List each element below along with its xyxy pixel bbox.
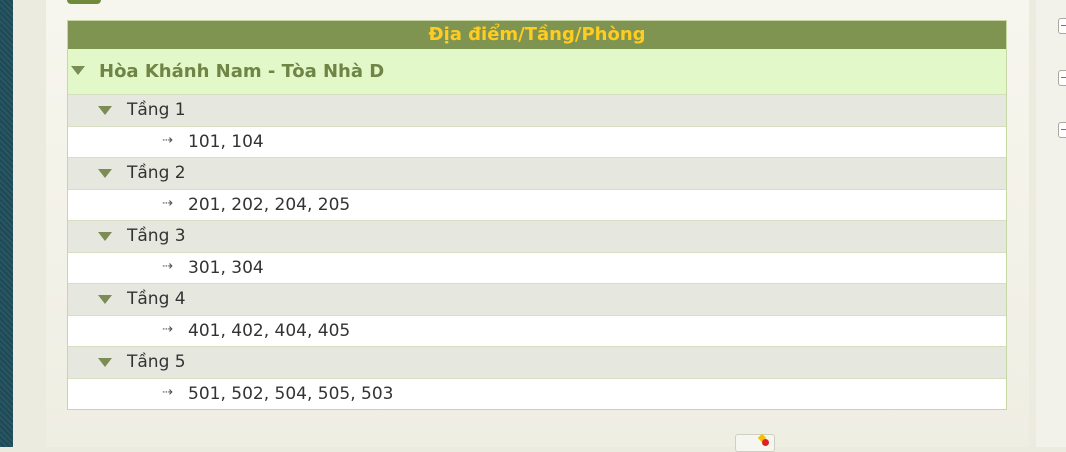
dashed-arrow-right-icon: ⇢ — [162, 133, 173, 148]
tools-icon[interactable] — [735, 433, 775, 452]
dashed-arrow-right-icon: ⇢ — [162, 322, 173, 337]
dashed-arrow-right-icon: ⇢ — [162, 196, 173, 211]
floor-label: Tầng 4 — [127, 289, 186, 309]
tree-floor-node[interactable]: Tầng 4 — [68, 283, 1006, 315]
tree-site-node[interactable]: Hòa Khánh Nam - Tòa Nhà D — [68, 49, 1006, 94]
collapse-minus-icon[interactable] — [1058, 122, 1066, 138]
rooms-label: 201, 202, 204, 205 — [188, 195, 351, 215]
rooms-label: 301, 304 — [188, 258, 264, 278]
collapse-minus-icon[interactable] — [1058, 70, 1066, 86]
floor-label: Tầng 5 — [127, 352, 186, 372]
right-side-panel — [1036, 0, 1066, 447]
floor-label: Tầng 1 — [127, 100, 186, 120]
tree-room-node[interactable]: ⇢ 301, 304 — [68, 252, 1006, 283]
tree-header: Địa điểm/Tầng/Phòng — [68, 21, 1006, 49]
dashed-arrow-right-icon: ⇢ — [162, 259, 173, 274]
tree-floor-node[interactable]: Tầng 3 — [68, 220, 1006, 252]
location-tree: Địa điểm/Tầng/Phòng Hòa Khánh Nam - Tòa … — [67, 20, 1007, 410]
tree-floor-node[interactable]: Tầng 5 — [68, 346, 1006, 378]
triangle-down-icon[interactable] — [98, 358, 112, 367]
tree-floor-node[interactable]: Tầng 1 — [68, 94, 1006, 126]
triangle-down-icon[interactable] — [98, 295, 112, 304]
rooms-label: 501, 502, 504, 505, 503 — [188, 384, 394, 404]
floor-label: Tầng 3 — [127, 226, 186, 246]
left-background-strip — [0, 0, 13, 447]
top-action-button[interactable] — [67, 0, 101, 4]
triangle-down-icon[interactable] — [98, 232, 112, 241]
floor-label: Tầng 2 — [127, 163, 186, 183]
tree-room-node[interactable]: ⇢ 101, 104 — [68, 126, 1006, 157]
red-dot-icon — [762, 439, 769, 446]
triangle-down-icon[interactable] — [98, 169, 112, 178]
tree-room-node[interactable]: ⇢ 401, 402, 404, 405 — [68, 315, 1006, 346]
site-label: Hòa Khánh Nam - Tòa Nhà D — [99, 61, 385, 82]
rooms-label: 401, 402, 404, 405 — [188, 321, 351, 341]
tree-room-node[interactable]: ⇢ 501, 502, 504, 505, 503 — [68, 378, 1006, 409]
rooms-label: 101, 104 — [188, 132, 264, 152]
collapse-minus-icon[interactable] — [1058, 18, 1066, 34]
triangle-down-icon[interactable] — [98, 106, 112, 115]
dashed-arrow-right-icon: ⇢ — [162, 385, 173, 400]
triangle-down-icon[interactable] — [71, 66, 85, 75]
tree-floor-node[interactable]: Tầng 2 — [68, 157, 1006, 189]
tree-room-node[interactable]: ⇢ 201, 202, 204, 205 — [68, 189, 1006, 220]
